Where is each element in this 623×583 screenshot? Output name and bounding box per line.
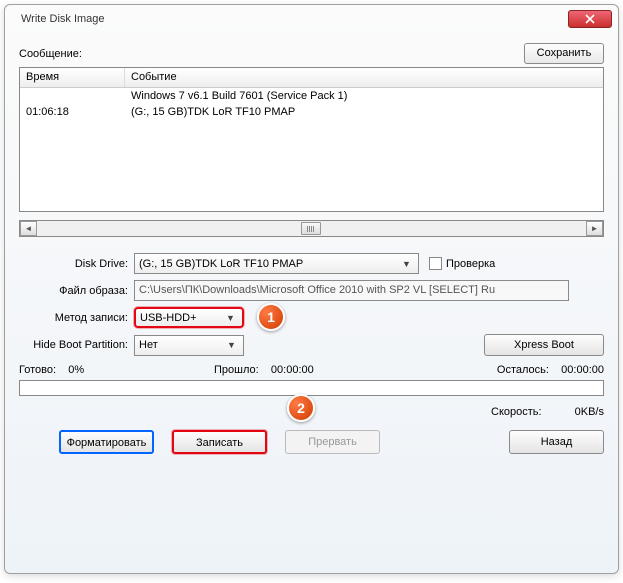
chevron-down-icon: ▼ — [223, 313, 238, 323]
horizontal-scrollbar[interactable]: ◄ ► — [19, 220, 604, 237]
speed-label: Скорость: — [491, 406, 542, 418]
verify-label: Проверка — [446, 258, 495, 270]
write-button[interactable]: Записать — [172, 430, 267, 454]
ready-value: 0% — [68, 364, 84, 376]
abort-button: Прервать — [285, 430, 380, 454]
elapsed-label: Прошло: — [214, 364, 259, 376]
log-header-time[interactable]: Время — [20, 68, 125, 87]
scroll-left-arrow[interactable]: ◄ — [20, 221, 37, 236]
list-item[interactable]: 01:06:18 (G:, 15 GB)TDK LoR TF10 PMAP — [20, 106, 603, 122]
log-event-cell: Windows 7 v6.1 Build 7601 (Service Pack … — [125, 90, 603, 106]
message-label: Сообщение: — [19, 48, 524, 60]
progress-bar — [19, 380, 604, 396]
hide-boot-combo[interactable]: Нет ▼ — [134, 335, 244, 356]
disk-drive-value: (G:, 15 GB)TDK LoR TF10 PMAP — [139, 258, 399, 270]
remain-label: Осталось: — [497, 364, 549, 376]
elapsed-value: 00:00:00 — [271, 364, 314, 376]
log-time-cell: 01:06:18 — [20, 106, 125, 122]
speed-value: 0KB/s — [575, 406, 604, 418]
format-button[interactable]: Форматировать — [59, 430, 154, 454]
close-button[interactable] — [568, 10, 612, 28]
verify-checkbox[interactable] — [429, 257, 442, 270]
scroll-thumb[interactable] — [301, 222, 321, 235]
image-file-label: Файл образа: — [19, 285, 134, 297]
log-header: Время Событие — [20, 68, 603, 88]
log-header-event[interactable]: Событие — [125, 68, 603, 87]
write-method-label: Метод записи: — [19, 312, 134, 324]
close-icon — [585, 14, 595, 24]
back-button[interactable]: Назад — [509, 430, 604, 454]
disk-drive-combo[interactable]: (G:, 15 GB)TDK LoR TF10 PMAP ▼ — [134, 253, 419, 274]
scroll-track[interactable] — [37, 221, 586, 236]
image-file-field[interactable]: C:\Users\ПК\Downloads\Microsoft Office 2… — [134, 280, 569, 301]
annotation-badge-1: 1 — [257, 303, 285, 331]
window-title: Write Disk Image — [11, 13, 568, 25]
xpress-boot-button[interactable]: Xpress Boot — [484, 334, 604, 356]
chevron-down-icon: ▼ — [224, 340, 239, 350]
log-time-cell — [20, 90, 125, 106]
log-listview[interactable]: Время Событие Windows 7 v6.1 Build 7601 … — [19, 67, 604, 212]
hide-boot-value: Нет — [139, 339, 224, 351]
ready-label: Готово: — [19, 364, 56, 376]
list-item[interactable]: Windows 7 v6.1 Build 7601 (Service Pack … — [20, 90, 603, 106]
window-frame: Write Disk Image Сообщение: Сохранить Вр… — [4, 4, 619, 574]
hide-boot-label: Hide Boot Partition: — [19, 339, 134, 351]
write-method-value: USB-HDD+ — [140, 312, 223, 324]
save-button[interactable]: Сохранить — [524, 43, 604, 64]
annotation-badge-2: 2 — [287, 394, 315, 422]
write-method-combo[interactable]: USB-HDD+ ▼ — [134, 307, 244, 328]
scroll-right-arrow[interactable]: ► — [586, 221, 603, 236]
disk-drive-label: Disk Drive: — [19, 258, 134, 270]
log-body: Windows 7 v6.1 Build 7601 (Service Pack … — [20, 88, 603, 211]
chevron-down-icon: ▼ — [399, 259, 414, 269]
titlebar: Write Disk Image — [5, 5, 618, 33]
log-event-cell: (G:, 15 GB)TDK LoR TF10 PMAP — [125, 106, 603, 122]
remain-value: 00:00:00 — [561, 364, 604, 376]
